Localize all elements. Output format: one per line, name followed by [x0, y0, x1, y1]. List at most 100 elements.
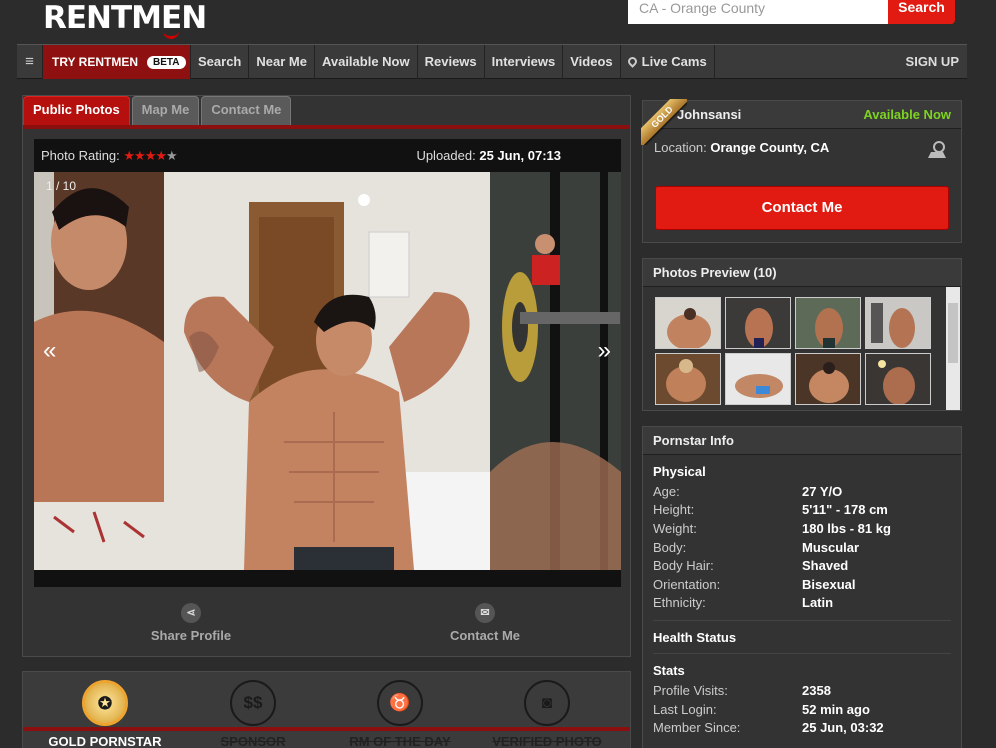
search-button[interactable]: Search [888, 0, 955, 24]
share-profile-button[interactable]: ⋖ Share Profile [91, 603, 291, 643]
thumbnail[interactable] [725, 353, 791, 405]
badge-label-sponsor: SPONSOR [220, 734, 286, 748]
thumbnail[interactable] [655, 353, 721, 405]
thumbnail[interactable] [795, 353, 861, 405]
health-status-title: Health Status [653, 630, 737, 646]
badge-gold-pornstar[interactable]: ✪ [30, 680, 180, 726]
map-pin-icon[interactable] [927, 141, 947, 159]
envelope-icon: ✉ [475, 603, 495, 623]
rating-stars-icon[interactable]: ★★★★★ [123, 148, 178, 163]
camera-icon: ◙ [524, 680, 570, 726]
availability-status: Available Now [863, 107, 951, 122]
photos-preview-title: Photos Preview (10) [643, 259, 961, 287]
tab-public-photos[interactable]: Public Photos [23, 96, 130, 126]
thumbnail[interactable] [865, 297, 931, 349]
preview-scrollbar[interactable] [946, 287, 960, 410]
tab-contact-me[interactable]: Contact Me [201, 96, 292, 126]
photos-panel: Public Photos Map Me Contact Me Photo Ra… [22, 95, 631, 657]
sign-up-link[interactable]: SIGN UP [906, 45, 967, 78]
badge-label-rm: RM OF THE DAY [349, 734, 451, 748]
gold-medal-icon: ✪ [82, 680, 128, 726]
tab-map-me[interactable]: Map Me [131, 96, 200, 126]
thumbnail[interactable] [655, 297, 721, 349]
stars-empty: ★ [166, 148, 178, 163]
info-value: 25 Jun, 03:32 [802, 720, 884, 736]
thumbnail[interactable] [795, 297, 861, 349]
main-photo[interactable] [164, 172, 490, 570]
badge-sponsor[interactable]: $$ [178, 680, 328, 726]
info-row-body-hair: Body Hair: Shaved [653, 556, 951, 575]
rating-label: Photo Rating: [41, 148, 120, 163]
info-value: 52 min ago [802, 701, 870, 717]
nav-try-label: TRY RENTMEN [52, 55, 139, 69]
photos-preview-panel: Photos Preview (10) [642, 258, 962, 411]
nav-live-cams[interactable]: Live Cams [621, 45, 715, 79]
beta-badge: BETA [147, 55, 186, 69]
contact-me-button[interactable]: Contact Me [655, 186, 949, 230]
pornstar-info-panel: Pornstar Info Physical Age: 27 Y/O Height… [642, 426, 962, 748]
profile-tabs: Public Photos Map Me Contact Me [23, 96, 292, 126]
badge-label-gold: GOLD PORNSTAR [48, 734, 162, 748]
info-value: 27 Y/O [802, 483, 843, 499]
profile-card: Johnsansi Available Now GOLD Location: O… [641, 99, 962, 243]
thumbnail[interactable] [725, 297, 791, 349]
info-row-orientation: Orientation: Bisexual [653, 575, 951, 594]
uploaded-label: Uploaded: [416, 148, 476, 163]
info-key: Ethnicity: [653, 595, 706, 611]
prev-arrow-icon[interactable]: « [43, 337, 56, 365]
contact-me-label: Contact Me [449, 628, 521, 643]
header: RENTMEN CA - Orange County Search [0, 0, 996, 44]
nav-interviews[interactable]: Interviews [485, 45, 564, 79]
badges-panel: ✪ $$ ♉ ◙ GOLD PORNSTAR SPONSOR RM OF THE… [22, 671, 631, 748]
info-value: Shaved [802, 558, 849, 574]
info-row-height: Height: 5'11" - 178 cm [653, 501, 951, 520]
nav-search[interactable]: Search [191, 45, 250, 79]
prev-photo-thumbnail[interactable] [34, 172, 164, 570]
badge-label-verified: VERIFIED PHOTO [492, 734, 602, 748]
location-value: Orange County, CA [710, 140, 830, 155]
nav-available-now[interactable]: Available Now [315, 45, 418, 79]
next-arrow-icon[interactable]: » [598, 337, 611, 365]
badges-underline [23, 727, 630, 731]
photo-header: Photo Rating: ★★★★★ Uploaded: 25 Jun, 07… [34, 139, 621, 172]
info-key: Age: [653, 483, 680, 499]
menu-icon[interactable]: ≡ [17, 45, 43, 79]
info-key: Body: [653, 539, 687, 555]
photo-counter: 1 / 10 [46, 179, 77, 193]
dollar-icon: $$ [230, 680, 276, 726]
divider [653, 620, 951, 622]
tab-underline [23, 125, 630, 129]
pornstar-info-title: Pornstar Info [643, 427, 961, 455]
info-value: Latin [802, 595, 834, 611]
thumbnail[interactable] [865, 353, 931, 405]
gold-ribbon-label: GOLD [641, 99, 687, 145]
info-value: Bisexual [802, 576, 856, 592]
info-row-member-since: Member Since: 25 Jun, 03:32 [653, 718, 951, 737]
location-search-input[interactable]: CA - Orange County [628, 0, 888, 24]
info-key: Body Hair: [653, 558, 714, 574]
info-key: Last Login: [653, 701, 717, 717]
profile-location: Location: Orange County, CA [654, 140, 829, 155]
info-value: Muscular [802, 539, 860, 555]
info-key: Height: [653, 502, 695, 518]
info-row-ethnicity: Ethnicity: Latin [653, 594, 951, 613]
nav-videos[interactable]: Videos [563, 45, 621, 79]
nav-near-me[interactable]: Near Me [249, 45, 315, 79]
photo-carousel[interactable]: 1 / 10 « » [34, 172, 621, 587]
bull-icon: ♉ [377, 680, 423, 726]
uploaded-value: 25 Jun, 07:13 [479, 148, 561, 163]
nav-try-rentmen[interactable]: TRY RENTMEN BETA [43, 45, 191, 79]
rentmen-logo[interactable]: RENTMEN [43, 0, 207, 39]
badge-verified-photo[interactable]: ◙ [472, 680, 622, 726]
contact-me-link[interactable]: ✉ Contact Me [385, 603, 585, 643]
stars-filled: ★★★★ [123, 148, 167, 163]
info-value: 5'11" - 178 cm [802, 502, 888, 518]
badge-rm-of-the-day[interactable]: ♉ [325, 680, 475, 726]
info-row-last-login: Last Login: 52 min ago [653, 700, 951, 719]
next-photo-thumbnail[interactable] [490, 172, 621, 570]
divider [653, 653, 951, 655]
info-key: Profile Visits: [653, 682, 728, 698]
info-value: 2358 [802, 682, 831, 698]
info-key: Orientation: [653, 576, 721, 592]
nav-reviews[interactable]: Reviews [418, 45, 485, 79]
